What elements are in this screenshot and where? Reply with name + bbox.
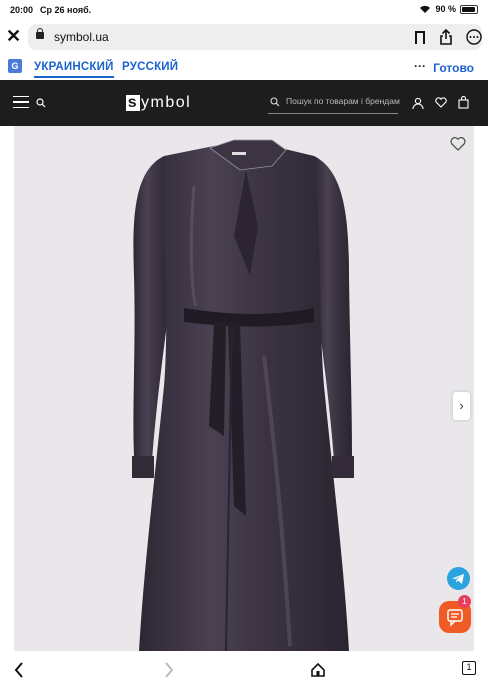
tab-ukrainian[interactable]: УКРАИНСКИЙ [34, 61, 114, 78]
share-icon[interactable] [440, 29, 452, 45]
menu-icon[interactable] [13, 96, 29, 108]
cart-icon[interactable] [458, 96, 469, 109]
translate-bar: G УКРАИНСКИЙ РУССКИЙ ··· Готово [0, 56, 488, 80]
telegram-button[interactable] [447, 567, 470, 590]
account-icon[interactable] [412, 97, 424, 109]
logo-text: ymbol [141, 94, 192, 111]
home-icon[interactable] [310, 660, 326, 680]
site-header: s ymbol Пошук по товарам і брендам [0, 80, 488, 126]
url-text: symbol.ua [54, 30, 109, 44]
tabs-button[interactable]: 1 [462, 661, 476, 675]
wishlist-icon[interactable] [435, 97, 447, 108]
favorite-icon[interactable] [450, 136, 466, 152]
bookmark-icon[interactable] [415, 31, 425, 44]
tabs-count: 1 [466, 662, 472, 672]
battery-icon [460, 4, 478, 14]
telegram-icon [452, 574, 464, 584]
translate-icon: G [8, 59, 22, 73]
search-placeholder: Пошук по товарам і брендам [286, 96, 400, 106]
search-input[interactable]: Пошук по товарам і брендам [268, 92, 400, 114]
tab-russian[interactable]: РУССКИЙ [122, 61, 178, 73]
translate-done-button[interactable]: Готово [433, 61, 474, 75]
browser-url-bar: ✕ symbol.ua [0, 20, 488, 54]
product-image [132, 139, 354, 651]
logo-mark: s [126, 94, 140, 111]
status-bar: 20:00 Ср 26 нояб. 90 % [0, 0, 488, 20]
status-right: 90 % [419, 4, 478, 14]
site-logo[interactable]: s ymbol [126, 93, 191, 113]
wifi-icon [420, 5, 431, 13]
browser-toolbar: 1 [0, 652, 488, 699]
search-icon[interactable] [36, 98, 46, 108]
forward-icon[interactable] [162, 660, 176, 680]
lock-icon [36, 28, 44, 39]
chevron-right-icon: › [459, 398, 464, 413]
more-icon[interactable] [464, 29, 484, 45]
next-image-button[interactable]: › [453, 392, 470, 420]
status-time: 20:00 [10, 5, 34, 15]
search-field-icon [270, 97, 280, 107]
product-gallery[interactable] [14, 126, 474, 651]
status-date: Ср 26 нояб. [40, 5, 92, 15]
translate-more-icon[interactable]: ··· [414, 59, 426, 73]
battery-percent: 90 % [435, 4, 456, 14]
back-icon[interactable] [12, 660, 26, 680]
address-field[interactable]: symbol.ua [28, 24, 482, 50]
close-icon[interactable]: ✕ [6, 26, 21, 46]
chat-badge: 1 [458, 595, 471, 608]
